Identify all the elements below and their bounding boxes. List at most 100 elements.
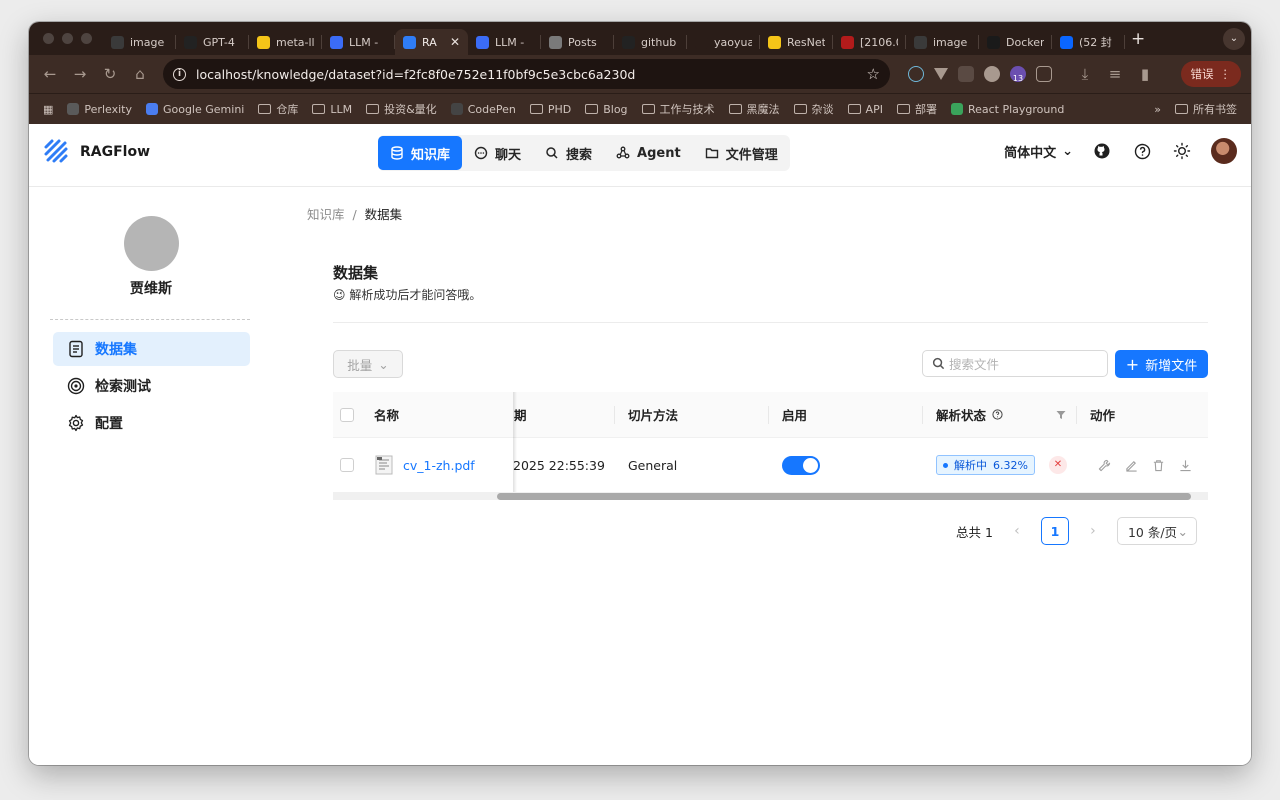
browser-tab[interactable]: (52 封: [1052, 29, 1125, 55]
wrench-icon[interactable]: [1098, 459, 1111, 472]
browser-tab[interactable]: github: [614, 29, 687, 55]
bookmark-item[interactable]: 投资&量化: [366, 101, 437, 117]
maximize-window-button[interactable]: [81, 33, 92, 44]
bookmark-item[interactable]: 黑魔法: [728, 101, 780, 117]
cancel-parse-button[interactable]: ✕: [1048, 456, 1067, 474]
browser-tab[interactable]: Docker: [979, 29, 1052, 55]
vue-devtools-icon[interactable]: [934, 68, 948, 80]
brand-logo[interactable]: RAGFlow: [43, 138, 150, 165]
column-header-chunk-method[interactable]: 切片方法: [628, 392, 678, 437]
table-horizontal-scrollbar[interactable]: [333, 492, 1208, 500]
address-bar[interactable]: i localhost/knowledge/dataset?id=f2fc8f0…: [163, 59, 890, 89]
sidebar-divider: [50, 319, 250, 320]
filter-icon[interactable]: [1056, 392, 1066, 437]
theme-sun-icon[interactable]: [1171, 140, 1193, 162]
question-circle-icon[interactable]: [992, 409, 1003, 420]
reload-button[interactable]: ↻: [99, 63, 121, 85]
enabled-toggle[interactable]: [782, 438, 820, 492]
all-bookmarks-button[interactable]: 所有书签: [1175, 101, 1237, 117]
browser-tab[interactable]: Posts: [541, 29, 614, 55]
nav-agent[interactable]: Agent: [604, 136, 693, 170]
bookmark-item[interactable]: Blog: [585, 103, 628, 116]
nav-knowledge-base[interactable]: 知识库: [378, 136, 463, 170]
browser-tab[interactable]: LLM -: [322, 29, 395, 55]
batch-actions-dropdown[interactable]: 批量 ⌄: [333, 350, 403, 378]
tab-close-icon[interactable]: ✕: [450, 35, 460, 49]
browser-error-button[interactable]: 错误 ⋮: [1180, 61, 1241, 87]
bookmark-item[interactable]: API: [847, 103, 883, 116]
bookmark-item[interactable]: 工作与技术: [641, 101, 715, 117]
home-icon[interactable]: ⌂: [129, 63, 151, 85]
browser-tab[interactable]: meta-ll: [249, 29, 322, 55]
language-selector[interactable]: 简体中文 ⌄: [1004, 142, 1073, 161]
bookmark-item[interactable]: 杂谈: [793, 101, 834, 117]
chunk-method-cell[interactable]: General: [628, 438, 677, 492]
select-all-checkbox[interactable]: [340, 392, 354, 437]
github-icon[interactable]: [1091, 140, 1113, 162]
nav-file-manager[interactable]: 文件管理: [693, 136, 790, 170]
forward-button[interactable]: →: [69, 63, 91, 85]
nav-chat[interactable]: 聊天: [462, 136, 533, 170]
bookmark-item[interactable]: Perlexity: [67, 103, 132, 116]
search-files-input[interactable]: 搜索文件: [922, 350, 1108, 377]
browser-tab[interactable]: image: [103, 29, 176, 55]
minimize-window-button[interactable]: [62, 33, 73, 44]
bookmark-item[interactable]: CodePen: [450, 103, 516, 116]
cloud-extension-icon[interactable]: [984, 66, 1000, 82]
sidebar-item-dataset[interactable]: 数据集: [53, 332, 250, 366]
page-number-current[interactable]: 1: [1040, 517, 1069, 545]
browser-tab[interactable]: [2106.0: [833, 29, 906, 55]
column-header-name[interactable]: 名称: [374, 392, 399, 437]
profile-extension-icon[interactable]: 13: [1010, 66, 1026, 83]
scrollbar-thumb[interactable]: [497, 493, 1191, 500]
add-file-button[interactable]: + 新增文件: [1115, 350, 1208, 378]
back-button[interactable]: ←: [39, 63, 61, 85]
media-control-icon[interactable]: ▮: [1134, 63, 1156, 85]
url-text[interactable]: localhost/knowledge/dataset?id=f2fc8f0e7…: [196, 67, 857, 82]
user-avatar[interactable]: [1211, 138, 1237, 164]
folder-icon: [705, 148, 718, 159]
sidebar-item-configuration[interactable]: 配置: [53, 406, 250, 440]
tab-search-button[interactable]: ⌄: [1223, 28, 1245, 50]
bookmark-item[interactable]: PHD: [529, 103, 571, 116]
sidebar-item-retrieval-test[interactable]: 检索测试: [53, 369, 250, 403]
more-bookmarks-icon[interactable]: »: [1154, 103, 1161, 116]
bookmark-item[interactable]: LLM: [312, 103, 352, 116]
new-tab-button[interactable]: +: [1131, 29, 1145, 49]
tab-title: LLM -: [349, 35, 379, 49]
breadcrumb-parent-link[interactable]: 知识库: [307, 207, 345, 222]
react-devtools-icon[interactable]: [908, 66, 924, 82]
bookmark-star-icon[interactable]: ☆: [867, 65, 880, 83]
prev-page-button[interactable]: ‹: [1007, 523, 1027, 539]
status-badge[interactable]: 解析中 6.32%: [936, 455, 1035, 475]
bookmark-item[interactable]: Google Gemini: [145, 103, 244, 116]
browser-tab[interactable]: ResNet: [760, 29, 833, 55]
delete-trash-icon[interactable]: [1152, 459, 1165, 472]
next-page-button[interactable]: ›: [1083, 523, 1103, 539]
bookmark-item[interactable]: 部署: [896, 101, 937, 117]
puzzle-extensions-icon[interactable]: [1036, 66, 1052, 82]
column-header-enabled[interactable]: 启用: [782, 392, 807, 437]
terminal-extension-icon[interactable]: [958, 66, 974, 82]
download-icon[interactable]: [1179, 459, 1192, 472]
site-info-icon[interactable]: i: [173, 67, 186, 81]
row-checkbox[interactable]: [340, 438, 354, 492]
browser-tab[interactable]: image: [906, 29, 979, 55]
file-name-link[interactable]: cv_1-zh.pdf: [403, 458, 475, 473]
browser-tab[interactable]: LLM -: [468, 29, 541, 55]
download-icon[interactable]: ⤓: [1074, 63, 1096, 85]
close-window-button[interactable]: [43, 33, 54, 44]
nav-search[interactable]: 搜索: [533, 136, 604, 170]
browser-tab[interactable]: GPT-4: [176, 29, 249, 55]
edit-pencil-icon[interactable]: [1125, 459, 1138, 472]
agent-graph-icon: [616, 146, 630, 159]
help-icon[interactable]: [1131, 140, 1153, 162]
column-header-parse-status[interactable]: 解析状态: [936, 392, 1003, 437]
bookmark-item[interactable]: 仓库: [258, 101, 298, 117]
page-size-select[interactable]: 10 条/页 ⌄: [1116, 517, 1197, 545]
browser-tab[interactable]: yaoyua: [687, 29, 760, 55]
bookmark-item[interactable]: React Playground: [950, 103, 1064, 116]
apps-grid-icon[interactable]: ▦: [43, 103, 53, 116]
browser-tab[interactable]: RA ✕: [395, 29, 468, 55]
reading-list-icon[interactable]: ≡: [1104, 63, 1126, 85]
